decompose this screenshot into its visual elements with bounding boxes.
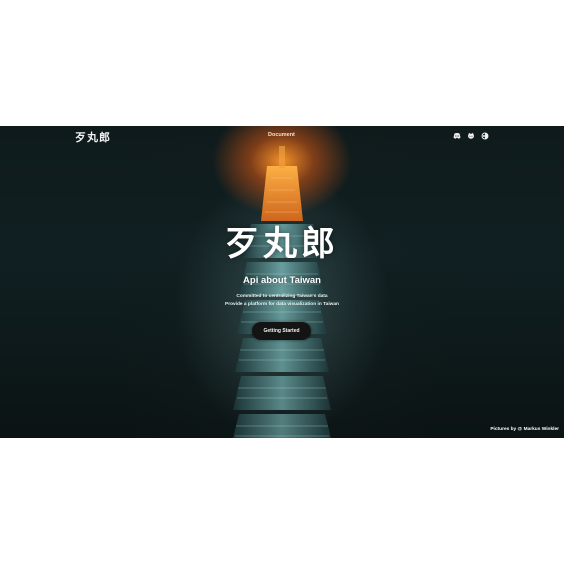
hero-description-line-2: Provide a platform for data visualizatio… <box>225 301 339 307</box>
brand-logo[interactable]: 歹丸郎 <box>75 129 111 145</box>
getting-started-button[interactable]: Getting Started <box>252 322 311 340</box>
discord-icon[interactable] <box>452 131 461 140</box>
hero-title: 歹丸郎 <box>225 224 339 264</box>
hero-subtitle: Api about Taiwan <box>243 275 321 286</box>
tower-image <box>233 146 331 438</box>
github-icon[interactable] <box>466 131 475 140</box>
photo-credit-prefix: Pictures by @ <box>490 427 523 432</box>
hero-description-line-1: Committed to centralizing Taiwan's data <box>236 294 328 299</box>
nav-document-link[interactable]: Document <box>268 132 295 138</box>
photo-credit-author-link[interactable]: Markus Winkler <box>524 427 559 432</box>
header-icon-group <box>452 131 489 140</box>
photo-credit: Pictures by @ Markus Winkler <box>490 427 559 432</box>
hero-description: Committed to centralizing Taiwan's data … <box>0 293 564 308</box>
page: 歹丸郎 Document 歹丸郎 Api about Taiwan Commit… <box>0 0 564 564</box>
theme-toggle-icon[interactable] <box>480 131 489 140</box>
